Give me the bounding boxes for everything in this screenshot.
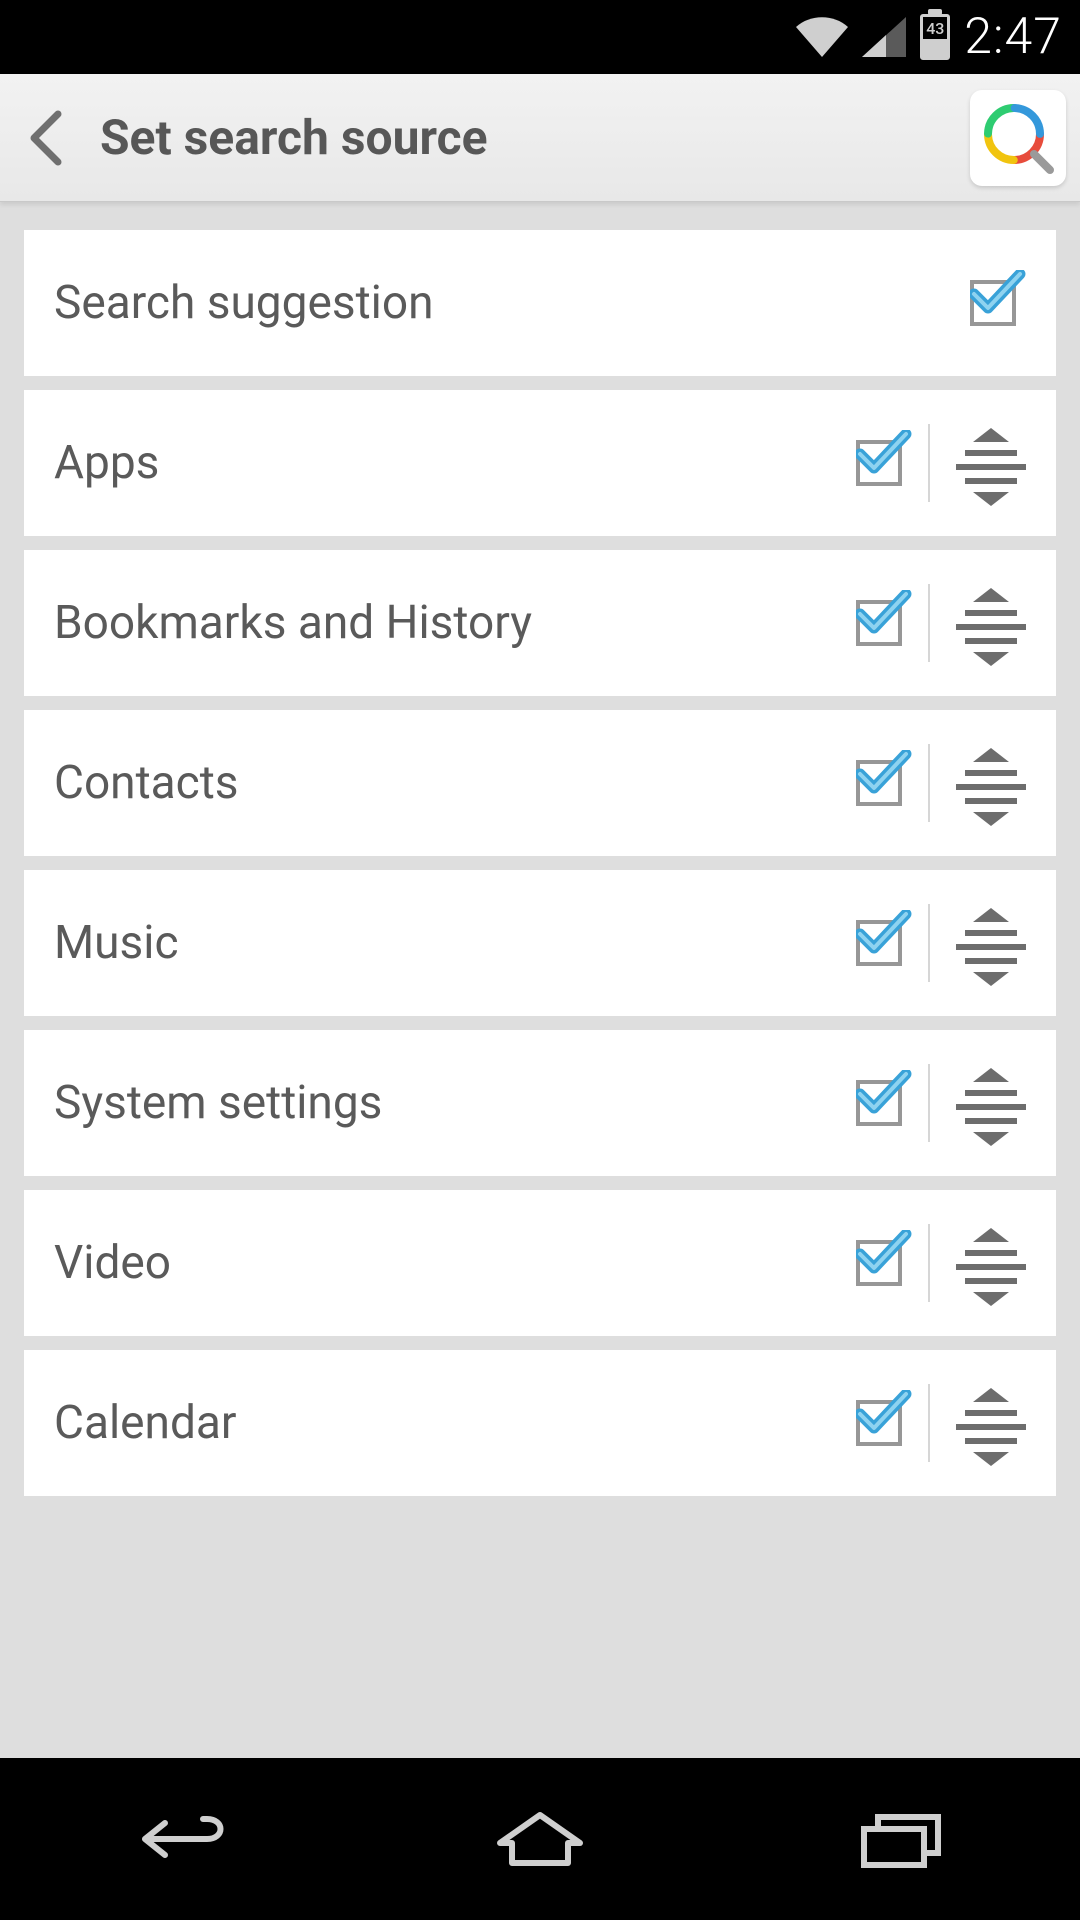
source-checkbox[interactable] xyxy=(856,1080,902,1126)
app-logo-icon[interactable] xyxy=(970,90,1066,186)
divider xyxy=(928,1384,930,1462)
divider xyxy=(928,584,930,662)
battery-icon: 43 xyxy=(920,14,950,60)
sort-handle-icon[interactable] xyxy=(956,588,1026,658)
source-checkbox[interactable] xyxy=(856,920,902,966)
source-label: Apps xyxy=(54,436,856,490)
sort-handle-icon[interactable] xyxy=(956,1228,1026,1298)
app-header: Set search source xyxy=(0,74,1080,202)
sort-handle-icon[interactable] xyxy=(956,1068,1026,1138)
nav-back-button[interactable] xyxy=(120,1799,240,1879)
source-label: Calendar xyxy=(54,1396,856,1450)
divider xyxy=(928,904,930,982)
nav-home-button[interactable] xyxy=(480,1799,600,1879)
sort-handle-icon[interactable] xyxy=(956,428,1026,498)
system-nav-bar xyxy=(0,1758,1080,1920)
source-label: Bookmarks and History xyxy=(54,596,856,650)
source-label: Contacts xyxy=(54,756,856,810)
sort-handle-icon[interactable] xyxy=(956,1388,1026,1458)
source-row[interactable]: System settings xyxy=(24,1030,1056,1176)
source-row[interactable]: Search suggestion xyxy=(24,230,1056,376)
source-checkbox[interactable] xyxy=(856,600,902,646)
source-list: Search suggestion Apps Bookmarks and Histo… xyxy=(24,230,1056,1496)
divider xyxy=(928,744,930,822)
wifi-icon xyxy=(796,17,848,57)
cell-signal-icon xyxy=(862,17,906,57)
divider xyxy=(928,424,930,502)
source-row[interactable]: Calendar xyxy=(24,1350,1056,1496)
source-checkbox[interactable] xyxy=(856,1400,902,1446)
status-clock: 2:47 xyxy=(964,8,1062,66)
source-checkbox[interactable] xyxy=(856,440,902,486)
source-checkbox[interactable] xyxy=(856,760,902,806)
sort-handle-icon[interactable] xyxy=(956,748,1026,818)
divider xyxy=(928,1064,930,1142)
source-checkbox[interactable] xyxy=(856,1240,902,1286)
page-title: Set search source xyxy=(100,109,970,166)
content-area: Search suggestion Apps Bookmarks and Histo… xyxy=(0,202,1080,1758)
sort-handle-icon[interactable] xyxy=(956,908,1026,978)
source-checkbox[interactable] xyxy=(970,280,1016,326)
source-row[interactable]: Contacts xyxy=(24,710,1056,856)
source-label: Video xyxy=(54,1236,856,1290)
source-label: System settings xyxy=(54,1076,856,1130)
source-row[interactable]: Music xyxy=(24,870,1056,1016)
source-row[interactable]: Apps xyxy=(24,390,1056,536)
status-bar: 43 2:47 xyxy=(0,0,1080,74)
divider xyxy=(928,1224,930,1302)
nav-recent-button[interactable] xyxy=(840,1799,960,1879)
source-row[interactable]: Bookmarks and History xyxy=(24,550,1056,696)
back-button[interactable] xyxy=(20,110,76,166)
source-row[interactable]: Video xyxy=(24,1190,1056,1336)
source-label: Music xyxy=(54,916,856,970)
source-label: Search suggestion xyxy=(54,276,970,330)
battery-percentage: 43 xyxy=(923,19,947,38)
